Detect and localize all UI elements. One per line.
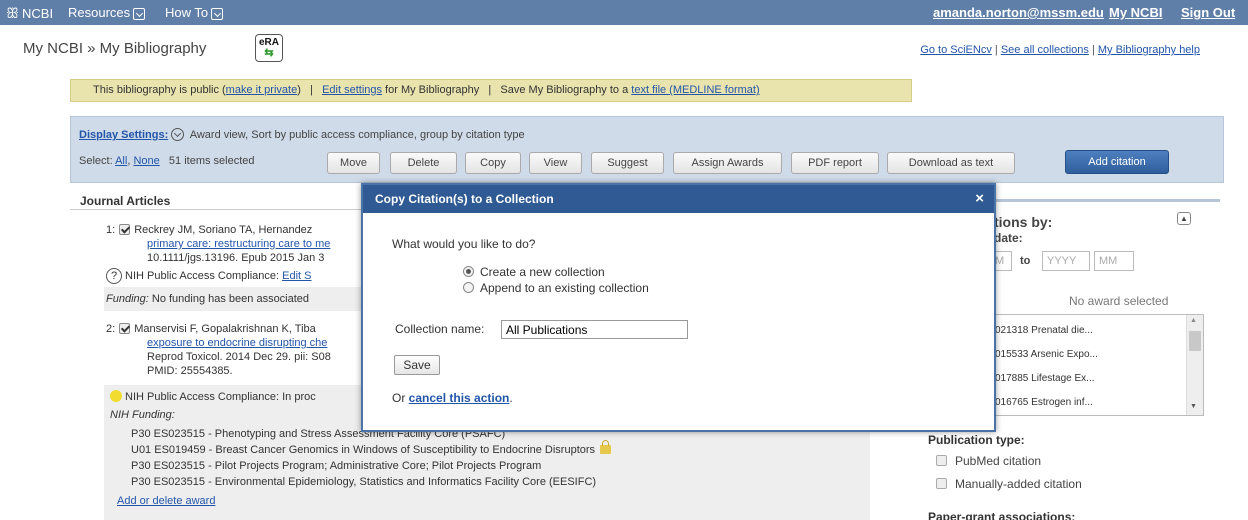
scroll-down-icon[interactable]: ▼ — [1190, 403, 1197, 410]
suggest-button[interactable]: Suggest — [591, 152, 664, 174]
append-existing-option[interactable]: Append to an existing collection — [463, 281, 649, 295]
publication-type-label: Publication type: — [928, 433, 1025, 447]
sign-out-link[interactable]: Sign Out — [1181, 5, 1235, 20]
chevron-down-icon — [133, 7, 146, 20]
text-file-link[interactable]: text file (MEDLINE format) — [631, 84, 759, 96]
selected-count: 51 items selected — [168, 155, 255, 167]
date-label: date: — [994, 231, 1023, 245]
pdf-report-button[interactable]: PDF report — [791, 152, 879, 174]
scroll-up-icon[interactable]: ▲ — [1190, 317, 1197, 324]
award-option[interactable]: 015533 Arsenic Expo... — [995, 349, 1098, 360]
citation-2-title-link[interactable]: exposure to endocrine disrupting che — [147, 337, 327, 349]
citation-1-checkbox[interactable] — [119, 224, 131, 235]
create-new-radio[interactable] — [463, 266, 474, 277]
display-settings-panel: Display Settings: Award view, Sort by pu… — [70, 116, 1224, 183]
add-citation-button[interactable]: Add citation — [1065, 150, 1169, 174]
citation-1-funding: Funding: No funding has been associated — [104, 287, 362, 311]
award-item: U01 ES019459 - Breast Cancer Genomics in… — [131, 440, 870, 458]
filter-heading: tions by: — [994, 214, 1053, 230]
page-title: My NCBI » My Bibliography — [23, 40, 207, 57]
pending-status-icon — [110, 390, 122, 402]
ncbi-logo-icon: ꕥ — [6, 5, 19, 21]
make-private-link[interactable]: make it private — [226, 84, 298, 96]
award-list-scrollbar[interactable]: ▲ ▼ — [1186, 315, 1203, 415]
end-month-input[interactable]: MM — [1094, 251, 1134, 271]
bibliography-help-link[interactable]: My Bibliography help — [1098, 44, 1200, 56]
paper-grant-label: Paper-grant associations: — [928, 510, 1076, 520]
edit-status-link[interactable]: Edit S — [282, 270, 311, 282]
pubmed-citation-filter[interactable]: PubMed citation — [936, 454, 1041, 468]
header-links: Go to SciENcv | See all collections | My… — [920, 44, 1200, 56]
era-commons-icon[interactable]: eRA ⇆ — [255, 34, 283, 62]
move-button[interactable]: Move — [327, 152, 380, 174]
collection-name-label: Collection name: — [395, 322, 485, 336]
award-list[interactable]: 021318 Prenatal die... 015533 Arsenic Ex… — [990, 314, 1204, 416]
public-notice-bar: This bibliography is public (make it pri… — [70, 79, 912, 102]
collapse-icon[interactable]: ▲ — [1177, 212, 1191, 225]
dialog-header: Copy Citation(s) to a Collection — [363, 185, 994, 213]
ncbi-logo[interactable]: ꕥ NCBI — [6, 5, 53, 22]
scrollbar-thumb[interactable] — [1189, 331, 1201, 351]
display-settings-link[interactable]: Display Settings: — [79, 129, 168, 141]
add-or-delete-award-link[interactable]: Add or delete award — [117, 495, 215, 507]
cancel-row: Or cancel this action. — [392, 391, 513, 405]
chevron-down-icon — [211, 7, 224, 20]
top-navigation-bar: ꕥ NCBI Resources How To amanda.norton@mss… — [0, 0, 1248, 25]
select-row: Select: All, None 51 items selected — [79, 155, 255, 167]
cancel-action-link[interactable]: cancel this action — [409, 391, 510, 405]
manual-citation-checkbox[interactable] — [936, 478, 947, 489]
edit-settings-link[interactable]: Edit settings — [322, 84, 382, 96]
select-all-link[interactable]: All — [115, 155, 127, 167]
my-ncbi-link[interactable]: My NCBI — [1109, 5, 1162, 20]
citation-2-checkbox[interactable] — [119, 323, 131, 334]
create-new-option[interactable]: Create a new collection — [463, 265, 605, 279]
delete-button[interactable]: Delete — [390, 152, 457, 174]
lock-icon — [600, 440, 612, 454]
copy-button[interactable]: Copy — [465, 152, 521, 174]
view-button[interactable]: View — [529, 152, 582, 174]
dialog-question: What would you like to do? — [392, 237, 536, 251]
user-email-link[interactable]: amanda.norton@mssm.edu — [933, 5, 1104, 20]
manual-citation-filter[interactable]: Manually-added citation — [936, 477, 1082, 491]
no-award-selected: No award selected — [1069, 294, 1169, 308]
collection-name-input[interactable] — [501, 320, 688, 339]
dialog-title: Copy Citation(s) to a Collection — [375, 192, 554, 206]
close-icon[interactable]: × — [975, 190, 984, 207]
award-item: P30 ES023515 - Environmental Epidemiolog… — [131, 476, 597, 488]
citation-1-compliance: ? NIH Public Access Compliance: Edit S — [106, 268, 366, 284]
citation-1-title-link[interactable]: primary care: restructuring care to me — [147, 238, 330, 250]
display-settings: Display Settings: Award view, Sort by pu… — [79, 128, 525, 141]
append-existing-radio[interactable] — [463, 282, 474, 293]
award-option[interactable]: 021318 Prenatal die... — [995, 325, 1093, 336]
end-year-input[interactable]: YYYY — [1042, 251, 1090, 271]
select-none-link[interactable]: None — [133, 155, 159, 167]
award-item: P30 ES023515 - Pilot Projects Program; A… — [131, 460, 542, 472]
download-as-text-button[interactable]: Download as text — [887, 152, 1015, 174]
save-button[interactable]: Save — [394, 355, 440, 375]
assign-awards-button[interactable]: Assign Awards — [673, 152, 782, 174]
question-icon: ? — [106, 268, 122, 284]
chevron-down-icon[interactable] — [171, 128, 185, 141]
award-option[interactable]: 016765 Estrogen inf... — [995, 397, 1093, 408]
copy-citations-dialog: Copy Citation(s) to a Collection × What … — [361, 183, 996, 432]
sciencv-link[interactable]: Go to SciENcv — [920, 44, 992, 56]
resources-menu[interactable]: Resources — [68, 5, 146, 20]
see-all-collections-link[interactable]: See all collections — [1001, 44, 1089, 56]
award-option[interactable]: 017885 Lifestage Ex... — [995, 373, 1095, 384]
pubmed-citation-checkbox[interactable] — [936, 455, 947, 466]
howto-menu[interactable]: How To — [165, 5, 224, 20]
